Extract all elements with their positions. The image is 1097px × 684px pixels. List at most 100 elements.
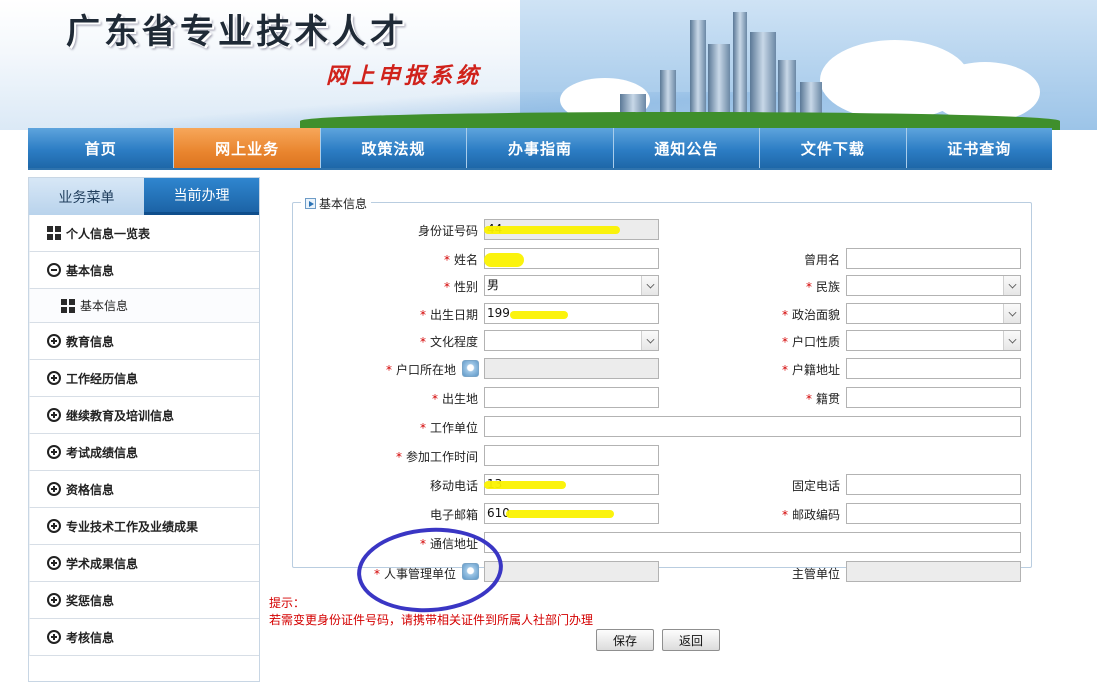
sidebar-item-work-experience[interactable]: 工作经历信息 <box>29 360 259 397</box>
required-mark: * <box>781 508 788 522</box>
ethnicity-select[interactable] <box>846 275 1021 296</box>
sidebar-item-label: 个人信息一览表 <box>66 226 151 241</box>
grid-icon <box>46 225 62 241</box>
sidebar-item-label: 奖惩信息 <box>66 593 115 608</box>
back-button[interactable]: 返回 <box>662 629 720 651</box>
sidebar-subitem-basic-info[interactable]: 基本信息 <box>29 289 259 323</box>
sidebar-item-label: 资格信息 <box>66 482 115 497</box>
cloud-decoration <box>930 62 1040 122</box>
minus-circle-icon <box>46 262 62 278</box>
label-text: 工作单位 <box>429 421 478 435</box>
redaction-mark <box>484 226 620 234</box>
label-text: 出生地 <box>441 392 478 406</box>
sidebar-item-rewards[interactable]: 奖惩信息 <box>29 582 259 619</box>
hukou-type-label: * 户口性质 <box>782 333 840 350</box>
nav-notices[interactable]: 通知公告 <box>613 128 761 168</box>
sidebar-item-label: 考试成绩信息 <box>66 445 139 460</box>
sidebar-item-personal-overview[interactable]: 个人信息一览表 <box>29 215 259 252</box>
nav-downloads[interactable]: 文件下载 <box>760 128 907 168</box>
hint-box: 提示： 若需变更身份证件号码，请携带相关证件到所属人社部门办理 <box>269 595 593 629</box>
header-banner: 广东省专业技术人才 网上申报系统 <box>0 0 1097 130</box>
hr-unit-field[interactable] <box>484 561 659 582</box>
hukou-address-field[interactable] <box>846 358 1021 379</box>
hukou-type-select[interactable] <box>846 330 1021 351</box>
sidebar-item-continuing-education[interactable]: 继续教育及培训信息 <box>29 397 259 434</box>
address-label: * 通信地址 <box>420 535 478 552</box>
label-text: 固定电话 <box>791 479 840 493</box>
label-text: 户籍地址 <box>791 363 840 377</box>
redaction-mark <box>484 253 524 267</box>
work-unit-field[interactable] <box>484 416 1021 437</box>
supervisor-unit-label: 主管单位 <box>792 565 840 582</box>
content-area: 基本信息 身份证号码 44 *姓名 曾用名 *性别 男 *民族 *出生日期 19… <box>266 177 1052 682</box>
hint-title: 提示： <box>269 596 306 610</box>
sidebar-item-qualifications[interactable]: 资格信息 <box>29 471 259 508</box>
required-mark: * <box>395 450 402 464</box>
address-field[interactable] <box>484 532 1021 553</box>
hr-unit-picker-icon[interactable] <box>462 563 479 580</box>
hukou-location-field[interactable] <box>484 358 659 379</box>
label-text: 性别 <box>453 280 478 294</box>
political-status-select[interactable] <box>846 303 1021 324</box>
nav-online-business[interactable]: 网上业务 <box>174 128 321 168</box>
required-mark: * <box>419 421 426 435</box>
arrow-right-icon <box>305 198 316 209</box>
sidebar-item-basic-info[interactable]: 基本信息 <box>29 252 259 289</box>
native-place-field[interactable] <box>846 387 1021 408</box>
required-mark: * <box>781 335 788 349</box>
hukou-location-picker-icon[interactable] <box>462 360 479 377</box>
used-name-field[interactable] <box>846 248 1021 269</box>
gender-label: * 性别 <box>444 278 478 295</box>
postal-code-field[interactable] <box>846 503 1021 524</box>
required-mark: * <box>443 280 450 294</box>
sidebar-item-assessment[interactable]: 考核信息 <box>29 619 259 656</box>
work-start-date-field[interactable] <box>484 445 659 466</box>
redaction-mark <box>506 510 614 518</box>
work-unit-label: * 工作单位 <box>420 419 478 436</box>
save-button[interactable]: 保存 <box>596 629 654 651</box>
sidebar-item-label: 基本信息 <box>66 263 115 278</box>
tab-current-processing[interactable]: 当前办理 <box>144 178 259 215</box>
nav-certificate-query[interactable]: 证书查询 <box>906 128 1052 168</box>
sidebar-item-academic-results[interactable]: 学术成果信息 <box>29 545 259 582</box>
gender-select[interactable]: 男 <box>484 275 659 296</box>
landline-field[interactable] <box>846 474 1021 495</box>
education-select[interactable] <box>484 330 659 351</box>
tab-business-menu[interactable]: 业务菜单 <box>29 178 144 215</box>
gender-value: 男 <box>487 278 500 292</box>
required-mark: * <box>781 308 788 322</box>
landline-label: 固定电话 <box>792 477 840 494</box>
plus-circle-icon <box>46 370 62 386</box>
education-label: * 文化程度 <box>420 333 478 350</box>
sidebar-item-exam-scores[interactable]: 考试成绩信息 <box>29 434 259 471</box>
required-mark: * <box>419 335 426 349</box>
email-label: 电子邮箱 <box>430 506 478 523</box>
ethnicity-label: * 民族 <box>806 278 840 295</box>
required-mark: * <box>373 567 380 581</box>
plus-circle-icon <box>46 407 62 423</box>
nav-guide[interactable]: 办事指南 <box>467 128 614 168</box>
sidebar-item-education[interactable]: 教育信息 <box>29 323 259 360</box>
label-text: 政治面貌 <box>791 308 840 322</box>
label-text: 身份证号码 <box>417 224 478 238</box>
nav-home[interactable]: 首页 <box>28 128 175 168</box>
birthplace-label: * 出生地 <box>432 390 478 407</box>
chevron-down-icon <box>1008 335 1017 344</box>
supervisor-unit-field[interactable] <box>846 561 1021 582</box>
sidebar: 业务菜单 当前办理 个人信息一览表 基本信息 基本信息 教育信息 工作经历信息 … <box>28 177 260 682</box>
required-mark: * <box>781 363 788 377</box>
chevron-down-icon <box>646 280 655 289</box>
mobile-label: 移动电话 <box>430 477 478 494</box>
required-mark: * <box>385 363 392 377</box>
label-text: 人事管理单位 <box>383 567 456 581</box>
birthplace-field[interactable] <box>484 387 659 408</box>
sidebar-item-professional-achievements[interactable]: 专业技术工作及业绩成果 <box>29 508 259 545</box>
redaction-mark <box>510 311 568 319</box>
required-mark: * <box>419 537 426 551</box>
sidebar-item-label: 工作经历信息 <box>66 371 139 386</box>
label-text: 文化程度 <box>429 335 478 349</box>
nav-policies[interactable]: 政策法规 <box>320 128 468 168</box>
site-title: 广东省专业技术人才 <box>66 12 408 52</box>
main-nav: 首页 网上业务 政策法规 办事指南 通知公告 文件下载 证书查询 <box>28 128 1052 170</box>
site-subtitle: 网上申报系统 <box>326 63 483 89</box>
